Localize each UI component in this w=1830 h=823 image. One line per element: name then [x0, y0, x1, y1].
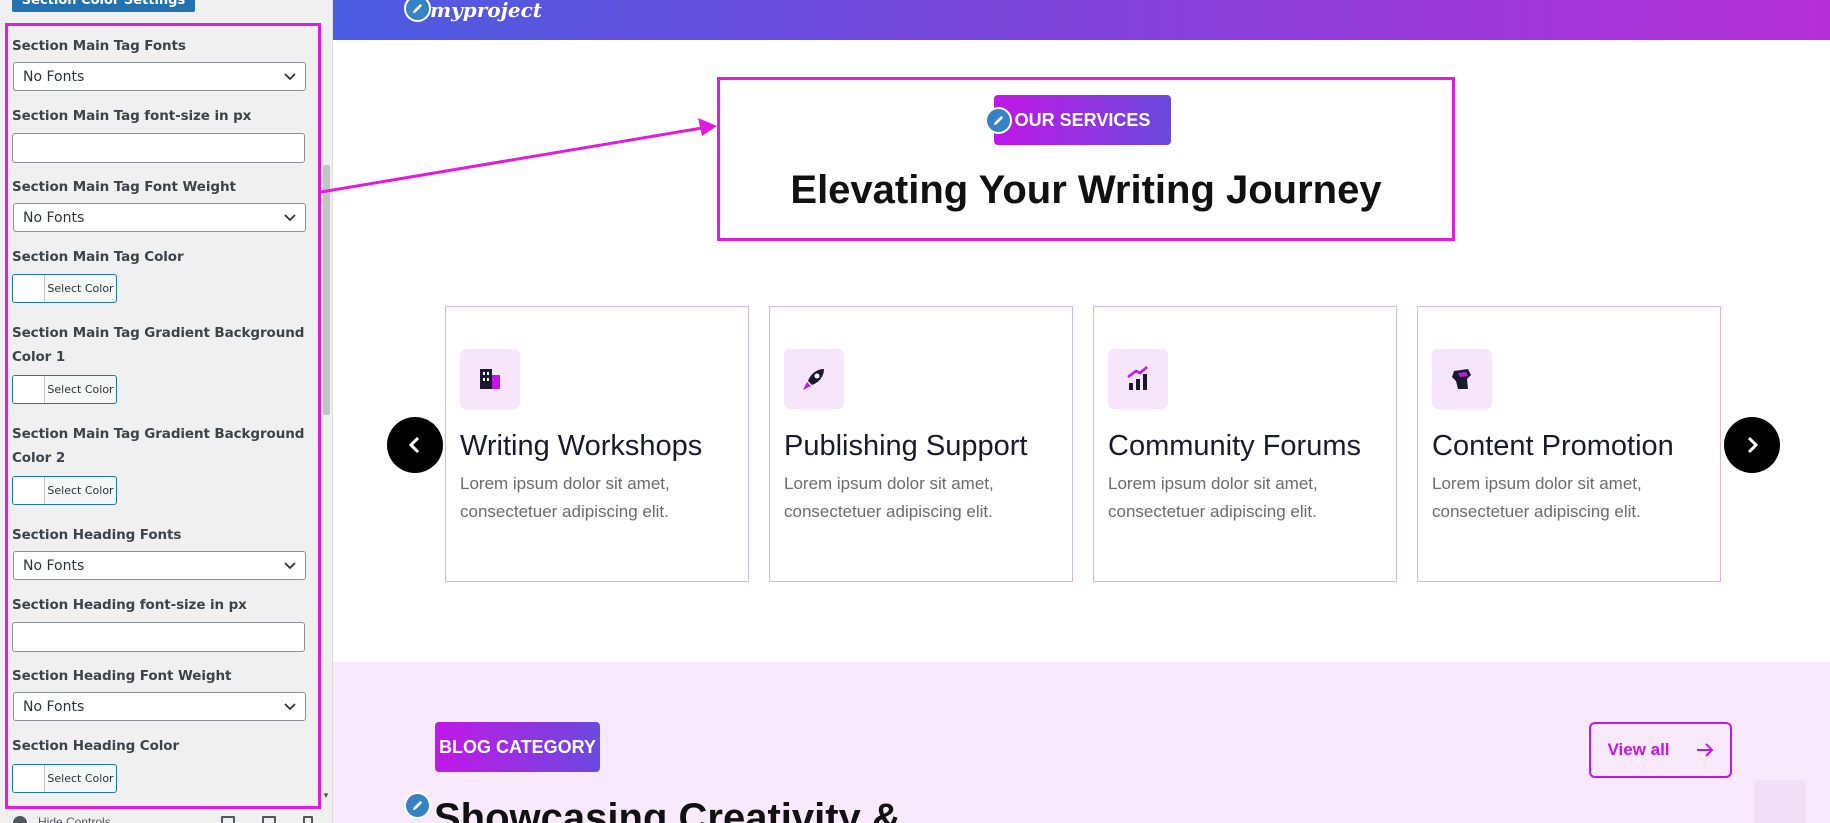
card-text: Lorem ipsum dolor sit amet, consectetuer… — [460, 474, 670, 521]
select-color-label: Select Color — [47, 383, 114, 396]
select-color-label: Select Color — [47, 484, 114, 497]
heading-color-picker[interactable]: Select Color — [12, 764, 117, 793]
fist-icon — [1432, 349, 1492, 409]
blog-heading: Showcasing Creativity & — [434, 796, 901, 823]
customizer-footer: Hide Controls — [0, 810, 332, 823]
label-line: Color 1 — [12, 349, 66, 365]
chevron-down-icon — [284, 703, 296, 711]
desktop-preview-icon[interactable] — [221, 816, 235, 823]
hide-controls-label[interactable]: Hide Controls — [38, 815, 111, 823]
service-card[interactable]: Community Forums Lorem ipsum dolor sit a… — [1093, 306, 1397, 582]
arrow-right-icon — [1696, 743, 1713, 757]
select-color-label: Select Color — [47, 772, 114, 785]
heading-font-weight-select[interactable]: No Fonts — [13, 692, 306, 721]
heading-fonts-label: Section Heading Fonts — [12, 527, 182, 543]
card-text: Lorem ipsum dolor sit amet, consectetuer… — [784, 474, 994, 521]
main-tag-color-label: Section Main Tag Color — [12, 249, 184, 265]
chevron-down-icon — [284, 562, 296, 570]
heading-fonts-select[interactable]: No Fonts — [13, 551, 306, 580]
site-preview: myproject OUR SERVICES Elevating Your Wr… — [333, 0, 1830, 823]
select-value: No Fonts — [23, 210, 85, 226]
carousel-next-button[interactable] — [1724, 417, 1780, 473]
sidebar-scrollbar[interactable] — [323, 165, 330, 415]
select-value: No Fonts — [23, 69, 85, 85]
main-tag-gradient-1-picker[interactable]: Select Color — [12, 375, 117, 404]
edit-shortcut-icon[interactable] — [985, 107, 1012, 134]
pencil-icon — [412, 800, 423, 811]
main-tag-gradient-2-picker[interactable]: Select Color — [12, 476, 117, 505]
label-line: Section Main Tag Gradient Background — [12, 325, 305, 341]
section-heading: Elevating Your Writing Journey — [790, 168, 1382, 212]
label-line: Color 2 — [12, 450, 66, 466]
service-card[interactable]: Content Promotion Lorem ipsum dolor sit … — [1417, 306, 1721, 582]
main-tag-fonts-select[interactable]: No Fonts — [13, 62, 306, 91]
main-tag-color-picker[interactable]: Select Color — [12, 274, 117, 303]
scroll-to-top-button[interactable] — [1754, 780, 1806, 823]
card-text: Lorem ipsum dolor sit amet, consectetuer… — [1432, 474, 1642, 521]
pencil-icon — [993, 115, 1004, 126]
chevron-down-icon — [284, 73, 296, 81]
card-title: Writing Workshops — [460, 430, 703, 462]
carousel-prev-button[interactable] — [387, 417, 443, 473]
section-color-settings-button[interactable]: Section Color Settings — [12, 0, 195, 12]
pencil-icon — [412, 3, 423, 14]
chevron-left-icon — [408, 436, 420, 454]
label-line: Section Main Tag Gradient Background — [12, 426, 305, 442]
main-tag-gradient-1-label: Section Main Tag Gradient Background Col… — [12, 321, 304, 369]
site-header — [333, 0, 1830, 40]
heading-font-size-input[interactable] — [12, 622, 305, 652]
our-services-tag: OUR SERVICES — [994, 95, 1171, 145]
blog-category-tag: BLOG CATEGORY — [435, 722, 600, 772]
select-color-label: Select Color — [47, 282, 114, 295]
main-tag-font-weight-select[interactable]: No Fonts — [13, 203, 306, 232]
main-tag-font-size-label: Section Main Tag font-size in px — [12, 108, 252, 124]
main-tag-gradient-2-label: Section Main Tag Gradient Background Col… — [12, 422, 304, 470]
view-all-label: View all — [1607, 740, 1670, 759]
main-tag-fonts-label: Section Main Tag Fonts — [12, 38, 186, 54]
card-title: Content Promotion — [1432, 430, 1674, 462]
card-title: Community Forums — [1108, 430, 1361, 462]
site-logo[interactable]: myproject — [430, 0, 542, 22]
view-all-button[interactable]: View all — [1589, 722, 1732, 778]
tablet-preview-icon[interactable] — [262, 816, 276, 823]
chevron-right-icon — [1747, 436, 1759, 454]
heading-font-weight-label: Section Heading Font Weight — [12, 668, 232, 684]
chart-up-icon — [1108, 349, 1168, 409]
card-text: Lorem ipsum dolor sit amet, consectetuer… — [1108, 474, 1318, 521]
rocket-icon — [784, 349, 844, 409]
main-tag-font-weight-label: Section Main Tag Font Weight — [12, 179, 236, 195]
service-card[interactable]: Publishing Support Lorem ipsum dolor sit… — [769, 306, 1073, 582]
select-value: No Fonts — [23, 699, 85, 715]
edit-shortcut-icon[interactable] — [404, 792, 431, 819]
chevron-down-icon — [284, 214, 296, 222]
color-swatch — [13, 765, 45, 792]
color-swatch — [13, 477, 45, 504]
scroll-down-icon[interactable]: ▼ — [322, 791, 330, 800]
heading-color-label: Section Heading Color — [12, 738, 180, 754]
card-title: Publishing Support — [784, 430, 1028, 462]
mobile-preview-icon[interactable] — [303, 816, 313, 823]
customizer-sidebar: Section Color Settings Section Main Tag … — [0, 0, 333, 823]
hide-controls-icon[interactable] — [13, 816, 27, 823]
select-value: No Fonts — [23, 558, 85, 574]
color-swatch — [13, 275, 45, 302]
service-card[interactable]: Writing Workshops Lorem ipsum dolor sit … — [445, 306, 749, 582]
main-tag-font-size-input[interactable] — [12, 133, 305, 163]
color-swatch — [13, 376, 45, 403]
building-icon — [460, 349, 520, 409]
heading-font-size-label: Section Heading font-size in px — [12, 597, 247, 613]
